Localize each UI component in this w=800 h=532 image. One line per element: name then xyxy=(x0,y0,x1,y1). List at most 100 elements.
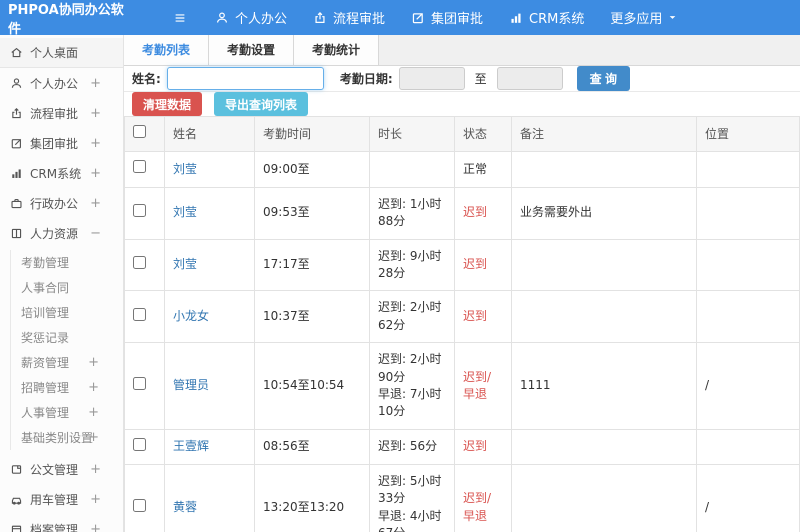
status-cell: 迟到 xyxy=(454,428,512,466)
expand-icon[interactable]: + xyxy=(90,136,101,151)
query-button[interactable]: 查 询 xyxy=(576,66,630,91)
expand-icon[interactable]: + xyxy=(90,106,101,121)
sidebar-item-招聘管理[interactable]: 招聘管理 + xyxy=(11,375,123,400)
select-all-checkbox[interactable] xyxy=(133,125,146,138)
column-header-备注: 备注 xyxy=(511,115,697,153)
row-checkbox[interactable] xyxy=(133,376,146,390)
nav-item-label: 流程审批 xyxy=(333,12,386,27)
expand-icon[interactable]: + xyxy=(90,522,101,532)
checkbox-cell xyxy=(124,238,165,292)
location-cell: / xyxy=(696,464,800,532)
edit-icon xyxy=(11,138,22,148)
sidebar-item-CRM系统[interactable]: CRM系统 + xyxy=(0,158,123,188)
name-cell: 刘莹 xyxy=(164,151,255,188)
attendance-time-cell: 10:37至 xyxy=(254,290,370,344)
duration-line: 迟到: 2小时90分 xyxy=(378,352,442,384)
column-header-时长: 时长 xyxy=(369,115,455,153)
row-checkbox[interactable] xyxy=(133,437,146,451)
sidebar-item-label: 行政办公 xyxy=(30,196,79,211)
nav-item-label: 个人办公 xyxy=(235,12,288,27)
action-bar: 清理数据 导出查询列表 xyxy=(124,92,800,116)
export-list-button[interactable]: 导出查询列表 xyxy=(214,92,309,116)
date-from-input[interactable] xyxy=(398,67,465,90)
sidebar-item-档案管理[interactable]: 档案管理 + xyxy=(0,514,123,532)
duration-line: 早退: 7小时10分 xyxy=(378,386,442,419)
sidebar-item-个人办公[interactable]: 个人办公 + xyxy=(0,68,123,98)
date-to-input[interactable] xyxy=(496,67,563,90)
archive-icon xyxy=(11,525,22,532)
note-cell: 1111 xyxy=(511,342,697,430)
sidebar-item-公文管理[interactable]: 公文管理 + xyxy=(0,454,123,484)
sidebar-item-人力资源[interactable]: 人力资源 − xyxy=(0,218,123,248)
name-filter-label: 姓名: xyxy=(132,72,161,86)
expand-icon[interactable]: + xyxy=(90,166,101,181)
expand-icon[interactable]: + xyxy=(90,462,101,477)
duration-cell xyxy=(369,151,455,188)
nav-item-流程审批[interactable]: 流程审批 xyxy=(313,8,385,27)
employee-name-link[interactable]: 刘莹 xyxy=(173,205,197,219)
expand-icon[interactable]: + xyxy=(88,430,99,445)
sidebar-item-流程审批[interactable]: 流程审批 + xyxy=(0,98,123,128)
main-layout: 个人桌面 个人办公 + 流程审批 + 集团审批 + CRM系统 + 行政办公 + 人力资源 − 考勤管理人… xyxy=(0,35,800,532)
sidebar-item-集团审批[interactable]: 集团审批 + xyxy=(0,128,123,158)
tab-考勤列表[interactable]: 考勤列表 xyxy=(124,35,210,65)
employee-name-link[interactable]: 小龙女 xyxy=(173,309,209,323)
employee-name-link[interactable]: 刘莹 xyxy=(173,162,197,176)
edit-icon xyxy=(412,12,424,23)
app-logo: PHPOA协同办公软件 xyxy=(8,2,124,37)
sidebar-item-考勤管理[interactable]: 考勤管理 xyxy=(11,250,123,275)
row-checkbox[interactable] xyxy=(133,160,146,174)
sidebar-item-label: 档案管理 xyxy=(30,522,79,532)
nav-item-更多应用[interactable]: 更多应用 xyxy=(610,8,677,27)
sidebar: 个人桌面 个人办公 + 流程审批 + 集团审批 + CRM系统 + 行政办公 + 人力资源 − 考勤管理人… xyxy=(0,35,124,532)
clean-data-button[interactable]: 清理数据 xyxy=(132,92,203,116)
sidebar-item-薪资管理[interactable]: 薪资管理 + xyxy=(11,350,123,375)
table-row: 管理员 10:54至10:54 迟到: 2小时90分 早退: 7小时10分 迟到/早退 1… xyxy=(124,342,800,430)
sidebar-item-人事合同[interactable]: 人事合同 xyxy=(11,275,123,300)
status-cell: 迟到 xyxy=(454,186,512,240)
expand-icon[interactable]: + xyxy=(90,492,101,507)
row-checkbox[interactable] xyxy=(133,255,146,269)
duration-cell: 迟到: 2小时62分 xyxy=(369,290,455,344)
expand-icon[interactable]: + xyxy=(90,76,101,91)
sidebar-item-label: 人事合同 xyxy=(21,281,70,295)
expand-icon[interactable]: + xyxy=(88,380,99,395)
sidebar-item-奖惩记录[interactable]: 奖惩记录 xyxy=(11,325,123,350)
employee-name-link[interactable]: 管理员 xyxy=(173,378,209,392)
tab-考勤设置[interactable]: 考勤设置 xyxy=(209,35,295,65)
employee-name-link[interactable]: 王壹辉 xyxy=(173,439,209,453)
employee-name-link[interactable]: 黄蓉 xyxy=(173,500,197,514)
duration-line: 迟到: 56分 xyxy=(378,439,438,454)
chart-icon xyxy=(12,168,21,178)
column-header-位置: 位置 xyxy=(696,115,800,153)
duration-cell: 迟到: 5小时33分早退: 4小时67分 xyxy=(369,464,455,532)
nav-item-集团审批[interactable]: 集团审批 xyxy=(411,8,483,27)
nav-item-个人办公[interactable]: 个人办公 xyxy=(215,8,287,27)
sidebar-item-label: 个人办公 xyxy=(30,76,79,91)
expand-icon[interactable]: + xyxy=(90,196,101,211)
sidebar-item-基础类别设置[interactable]: 基础类别设置 + xyxy=(11,425,123,450)
sidebar-item-培训管理[interactable]: 培训管理 xyxy=(11,300,123,325)
attendance-time-cell: 10:54至10:54 xyxy=(254,342,370,430)
employee-name-link[interactable]: 刘莹 xyxy=(173,257,197,271)
collapse-icon[interactable]: − xyxy=(90,226,101,241)
nav-item-CRM系统[interactable]: CRM系统 xyxy=(509,8,584,27)
row-checkbox[interactable] xyxy=(133,203,146,217)
checkbox-cell xyxy=(124,464,165,532)
nav-item-label: 更多应用 xyxy=(610,12,663,27)
sidebar-item-行政办公[interactable]: 行政办公 + xyxy=(0,188,123,218)
sidebar-item-用车管理[interactable]: 用车管理 + xyxy=(0,484,123,514)
hamburger-icon[interactable] xyxy=(173,11,187,25)
sidebar-item-个人桌面[interactable]: 个人桌面 xyxy=(0,38,123,68)
tab-考勤统计[interactable]: 考勤统计 xyxy=(294,35,380,65)
row-checkbox[interactable] xyxy=(133,307,146,321)
expand-icon[interactable]: + xyxy=(88,355,99,370)
note-cell xyxy=(511,290,697,344)
name-filter-input[interactable] xyxy=(166,67,324,90)
expand-icon[interactable]: + xyxy=(88,405,99,420)
name-cell: 管理员 xyxy=(164,342,255,430)
sidebar-item-人事管理[interactable]: 人事管理 + xyxy=(11,400,123,425)
sidebar-submenu-人力资源: 考勤管理人事合同培训管理 奖惩记录 薪资管理 + 招聘管理 + 人事管理 + 基础类别设置 + xyxy=(10,250,123,450)
briefcase-icon xyxy=(11,198,22,208)
row-checkbox[interactable] xyxy=(133,498,146,512)
